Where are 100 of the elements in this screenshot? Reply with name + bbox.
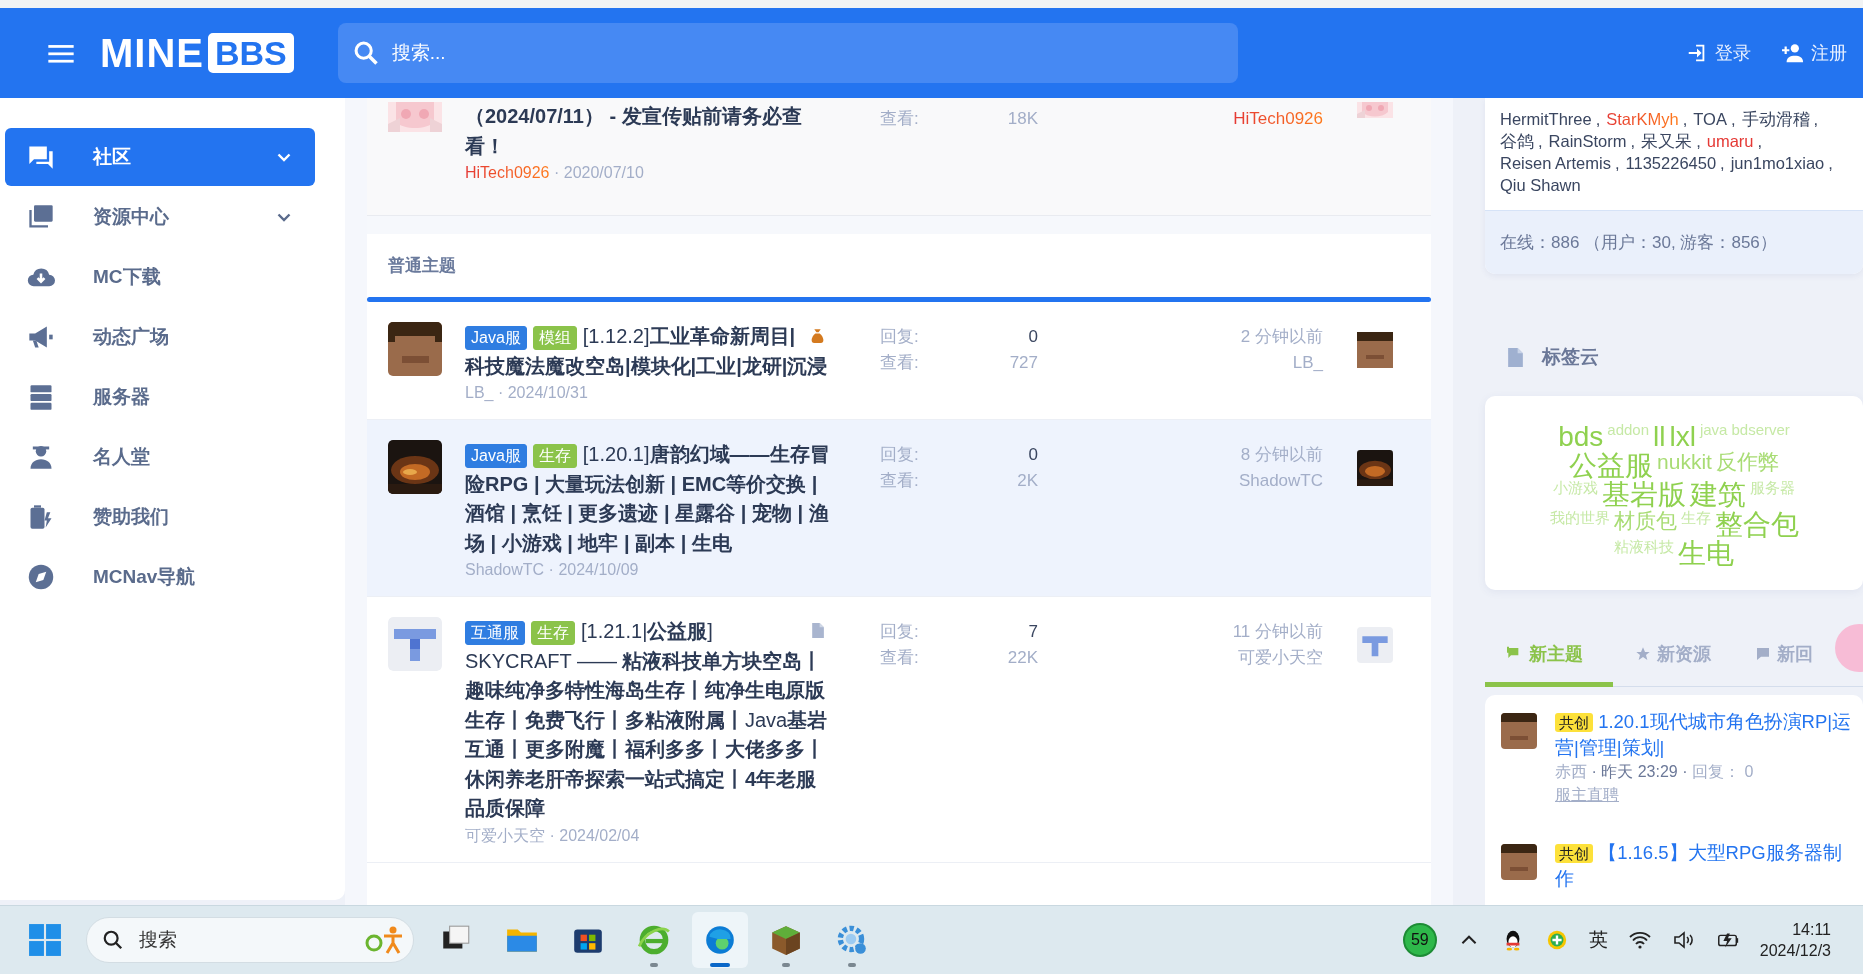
stat-label: 回复: [880, 444, 919, 466]
thread-title[interactable]: 共创 【1.16.5】大型RPG服务器制作 [1555, 840, 1853, 891]
speaker-icon[interactable] [1671, 929, 1696, 951]
forum-link[interactable]: 服主直聘 [1555, 786, 1619, 803]
stat-value: 22K [1007, 647, 1038, 669]
tray-badge[interactable]: 59 [1402, 923, 1437, 957]
stat-label: 查看: [880, 470, 919, 492]
user-link[interactable]: 1135226450 [1625, 154, 1717, 172]
stat-label: 回复: [880, 326, 919, 348]
thread-row[interactable]: （2024/07/11） - 发宣传贴前请务必查看！ HiTech0926 · 2020/07/10 查看: 18K HiTech0926 [367, 98, 1431, 216]
author-link[interactable]: 赤西 [1555, 763, 1587, 780]
stat-label: 查看: [880, 108, 919, 130]
separator-comma: , [1630, 132, 1636, 150]
browser-icon [637, 923, 671, 957]
post-date: · 2024/10/31 [497, 384, 588, 401]
prefix-label: 共创 [1555, 713, 1593, 732]
post-date: · 2020/07/10 [553, 164, 644, 181]
star-icon [1635, 646, 1651, 662]
taskbar-search-field[interactable]: 搜索 [86, 917, 414, 963]
thread-title[interactable]: Java服 模组 [1.12.2]工业革命新周目|科技魔法魔改空岛|模块化|工业|龙研|沉浸 [465, 322, 830, 381]
input-method-indicator[interactable]: 英 [1588, 927, 1608, 953]
user-link[interactable]: 谷鸽 [1500, 132, 1534, 150]
prefix-label[interactable]: 生存 [532, 444, 577, 468]
author-link[interactable]: LB_ [465, 384, 494, 401]
stat-value: 0 [1028, 326, 1038, 348]
windows-start-icon[interactable] [28, 923, 62, 957]
sidebar-item[interactable]: 资源中心 [5, 188, 315, 246]
site-logo[interactable]: MINE BBS [100, 30, 294, 76]
clock[interactable]: 14:11 2024/12/3 [1759, 919, 1831, 961]
search-icon [102, 929, 124, 951]
last-post-time: 8 分钟以前 [1240, 444, 1323, 466]
file-icon [1507, 346, 1524, 368]
stat-value: 2K [1017, 470, 1038, 492]
prefix-label[interactable]: Java服 [465, 444, 527, 468]
prefix-label[interactable]: 模组 [532, 326, 577, 350]
author-link[interactable]: ShadowTC [465, 561, 545, 578]
separator-comma: , [1757, 132, 1763, 150]
chevron-icon [277, 152, 291, 162]
thread-row[interactable]: Java服 生存 [1.20.1]唐韵幻域——生存冒险RPG | 大量玩法创新 | EMC等价交换 | 酒馆 | 烹饪 | 更多遗迹 | 星露谷 | 宠物 | 渔场 | 小游戏 | 地牢 | 副本 | 生电 ShadowTC · 2024/10/09 回复: 0 查看: 2K 8 分钟以前 ShadowTC [367, 420, 1431, 597]
user-link[interactable]: jun1mo1xiao [1730, 154, 1825, 172]
sidebar-item[interactable]: 服务器 [5, 368, 315, 426]
panel-title: 标签云 [1542, 345, 1599, 369]
stat-value: 0 [1028, 444, 1038, 466]
separator-comma: , [1538, 132, 1543, 150]
separator-comma: , [1813, 110, 1819, 128]
prefix-label[interactable]: Java服 [465, 326, 527, 350]
stat-label: 查看: [880, 647, 919, 669]
wifi-icon[interactable] [1627, 929, 1652, 951]
image-stack-icon [27, 203, 55, 231]
thread-title[interactable]: Java服 生存 [1.20.1]唐韵幻域——生存冒险RPG | 大量玩法创新 | EMC等价交换 | 酒馆 | 烹饪 | 更多遗迹 | 星露谷 | 宠物 | 渔场 | 小游戏 | 地牢 | 副本 | 生电 [465, 440, 830, 558]
last-poster-link[interactable]: 可爱小天空 [1238, 645, 1323, 671]
user-link[interactable]: 呆又呆 [1641, 132, 1693, 150]
thread-title[interactable]: （2024/07/11） - 发宣传贴前请务必查看！ [465, 102, 830, 161]
avatar-icon [1501, 713, 1537, 749]
online-summary: 在线：886 （用户：30, 游客：856） [1485, 210, 1863, 274]
author-link[interactable]: 可爱小天空 [465, 826, 545, 844]
prefix-label: 共创 [1555, 844, 1593, 863]
post-date: · 2024/10/09 [548, 561, 639, 578]
user-link[interactable]: HermitThree [1500, 110, 1592, 128]
user-link[interactable]: umaru [1706, 132, 1754, 150]
user-link[interactable]: RainStorm [1548, 132, 1627, 150]
last-poster-link[interactable]: ShadowTC [1238, 468, 1323, 494]
speech-bubble-icon [1755, 646, 1771, 662]
user-link[interactable]: TOA [1693, 110, 1727, 128]
prefix-label[interactable]: 互通服 [465, 621, 525, 645]
separator-comma: , [1682, 110, 1688, 128]
reply-count: 回复： 0 [1691, 763, 1754, 780]
separator-comma: , [1595, 110, 1601, 128]
sidebar-item[interactable]: MCNav导航 [5, 548, 315, 606]
last-post-time: 11 分钟以前 [1232, 621, 1323, 643]
figure-icon [364, 925, 404, 955]
grass-block-icon [769, 923, 803, 957]
user-link[interactable]: Reisen Artemis [1500, 154, 1611, 172]
sidebar-item[interactable]: MC下载 [5, 248, 315, 306]
sidebar-item[interactable]: 动态广场 [5, 308, 315, 366]
avatar-icon [388, 617, 442, 671]
add-user-icon [1781, 42, 1805, 64]
user-link[interactable]: 手动滑稽 [1741, 110, 1810, 128]
search-field[interactable]: 搜索... [337, 23, 1238, 83]
prefix-label[interactable]: 生存 [531, 621, 575, 645]
separator-comma: , [1614, 154, 1620, 172]
sidebar-item[interactable]: 赞助我们 [5, 488, 315, 546]
register-button[interactable]: 注册 [1777, 37, 1851, 69]
author-link[interactable]: HiTech0926 [465, 164, 550, 181]
last-poster-link[interactable]: LB_ [1292, 350, 1323, 376]
separator-comma: , [1828, 154, 1833, 172]
gear-icon [835, 923, 869, 957]
sidebar-item[interactable]: 名人堂 [5, 428, 315, 486]
separator-comma: , [1720, 154, 1725, 172]
user-link[interactable]: Qiu Shawn [1500, 176, 1581, 194]
separator-comma: , [1730, 110, 1736, 128]
avatar-icon [388, 322, 442, 376]
stat-value: 727 [1009, 352, 1038, 374]
login-button[interactable]: 登录 [1681, 37, 1755, 69]
user-link[interactable]: StarKMyh [1606, 110, 1679, 128]
separator-comma: , [1696, 132, 1701, 150]
sidebar-item[interactable]: 社区 [5, 128, 315, 186]
menu-icon[interactable] [48, 43, 74, 63]
thread-title[interactable]: 共创 1.20.1现代城市角色扮演RP|运营|管理|策划| [1555, 709, 1853, 760]
file-icon [809, 622, 826, 639]
